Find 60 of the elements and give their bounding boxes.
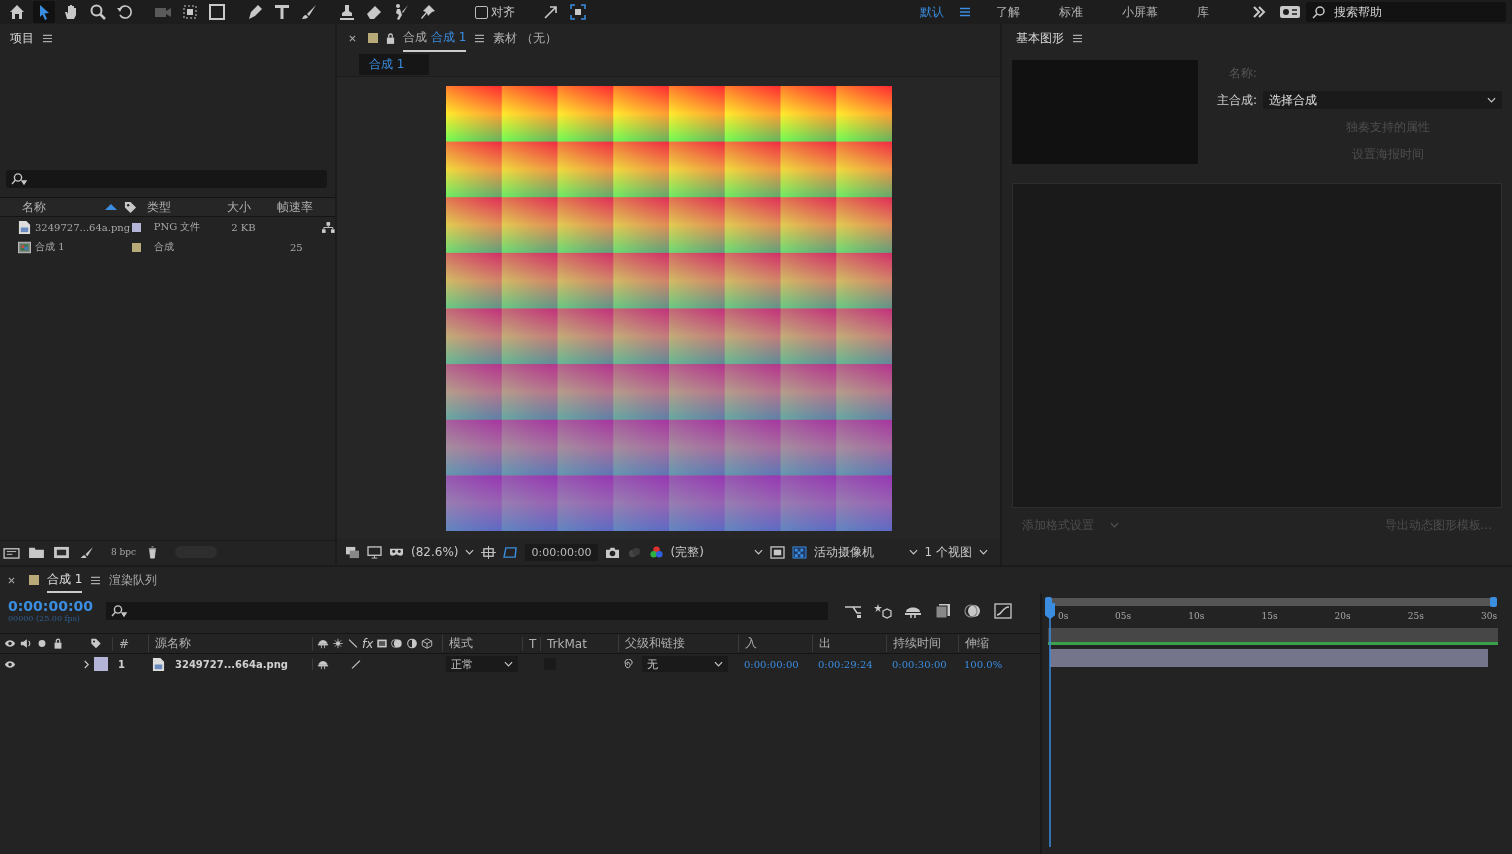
ruler-label: 15s <box>1261 611 1278 621</box>
column-header[interactable]: 大小 <box>227 198 277 216</box>
in-point[interactable]: 0:00:00:00 <box>738 658 812 670</box>
item-type: 合成 <box>154 240 175 254</box>
column-header[interactable]: 持续时间 <box>886 635 958 652</box>
column-header[interactable]: 帧速率 <box>277 198 313 216</box>
viewer-tab[interactable]: 素材 （无） <box>493 25 558 51</box>
timeline-tab[interactable]: 合成 1 <box>47 567 83 593</box>
blend-mode-dropdown[interactable]: 正常 <box>446 656 518 672</box>
frame-count: 00000 (25.00 fps) <box>8 614 81 623</box>
ruler-label: 30s <box>1480 611 1498 621</box>
current-time-field[interactable]: 0:00:00:00 <box>525 543 598 561</box>
snap-checkbox[interactable]: 对齐 <box>475 3 515 21</box>
column-header[interactable]: 伸缩 <box>958 635 1028 652</box>
ruler-label: 20s <box>1334 611 1351 621</box>
panel-title: 项目 <box>10 29 34 47</box>
workspace-tab[interactable]: 标准 <box>1059 3 1083 21</box>
column-header[interactable]: 父级和链接 <box>618 635 738 652</box>
column-header[interactable]: 源名称 <box>148 635 312 652</box>
item-size: 2 KB <box>231 221 257 233</box>
help-search-field[interactable]: 搜索帮助 <box>1306 2 1506 22</box>
master-label: 主合成: <box>1215 91 1257 109</box>
viewer-tab[interactable]: 合成 合成 1 <box>403 24 467 52</box>
column-header[interactable]: T <box>522 636 540 651</box>
camera-dropdown[interactable]: 活动摄像机 <box>813 543 902 561</box>
layer-name[interactable]: 3249727...664a.png <box>175 658 288 670</box>
ruler-label: 0s <box>1058 611 1069 621</box>
item-name[interactable]: 合成 1 <box>35 240 128 254</box>
timecode[interactable]: 0:00:00:00 <box>8 599 96 614</box>
column-header[interactable]: # <box>112 636 148 651</box>
column-header[interactable]: TrkMat <box>540 636 618 651</box>
workspace-tab[interactable]: 库 <box>1197 3 1209 21</box>
stretch-value[interactable]: 100.0% <box>958 658 1028 670</box>
column-header[interactable]: 模式 <box>442 635 522 652</box>
timeline-tab[interactable]: 渲染队列 <box>109 568 158 592</box>
layer-number: 1 <box>117 658 126 670</box>
zoom-dropdown[interactable]: (82.6%) <box>411 545 459 559</box>
out-point[interactable]: 0:00:29:24 <box>812 658 886 670</box>
workspace-tab[interactable]: 了解 <box>996 3 1020 21</box>
item-frame-rate: 25 <box>290 241 304 253</box>
ruler-label: 25s <box>1407 611 1424 621</box>
item-type: PNG 文件 <box>153 220 202 234</box>
resolution-dropdown[interactable]: (完整) <box>670 543 747 561</box>
ruler-label: 05s <box>1115 611 1132 621</box>
duration[interactable]: 0:00:30:00 <box>886 658 958 670</box>
workspace-tab[interactable]: 小屏幕 <box>1122 3 1158 21</box>
master-comp-dropdown[interactable]: 选择合成 <box>1263 91 1502 110</box>
bit-depth-button[interactable]: 8 bpc <box>111 547 137 557</box>
parent-dropdown[interactable]: 无 <box>642 656 728 672</box>
views-dropdown[interactable]: 1 个视图 <box>924 543 973 561</box>
workspace-tab[interactable]: 默认 <box>920 3 944 21</box>
item-name[interactable]: 3249727...64a.png <box>35 221 128 233</box>
effects-switch-header[interactable]: fx <box>362 636 374 651</box>
breadcrumb[interactable]: 合成 1 <box>359 53 430 75</box>
column-header[interactable]: 入 <box>738 635 812 652</box>
column-header[interactable]: 名称 <box>0 198 104 216</box>
column-header[interactable]: 出 <box>812 635 886 652</box>
ruler-label: 10s <box>1188 611 1205 621</box>
column-header[interactable]: 类型 <box>147 198 227 216</box>
panel-title: 基本图形 <box>1016 29 1064 47</box>
